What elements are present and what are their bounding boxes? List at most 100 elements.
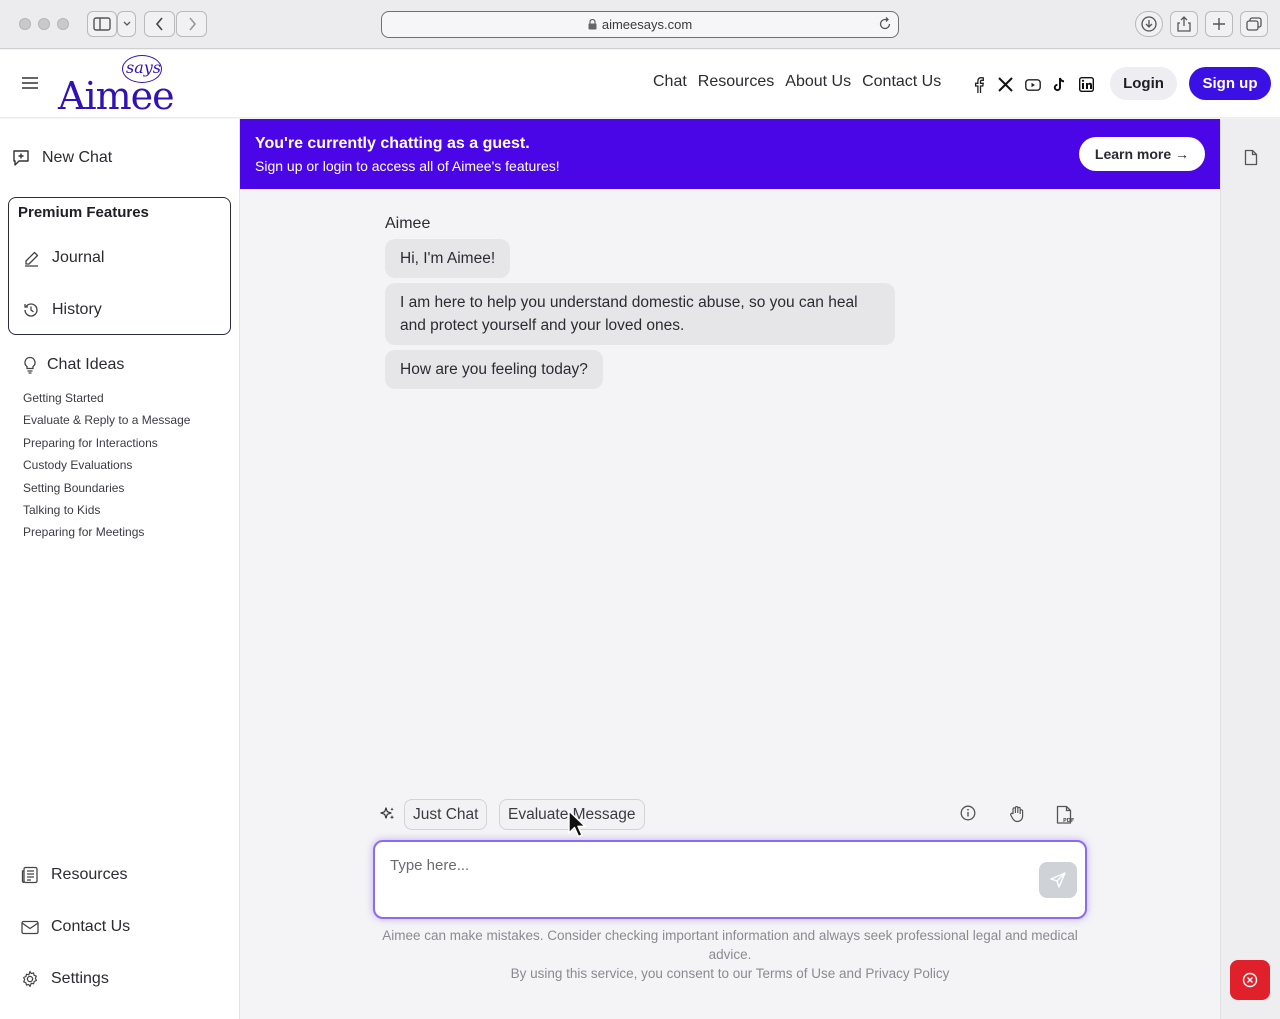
- premium-features-panel: Premium Features Journal History: [8, 197, 231, 335]
- guest-banner-title: You're currently chatting as a guest.: [255, 135, 530, 152]
- chat-idea-item[interactable]: Preparing for Interactions: [23, 436, 190, 458]
- browser-chrome: aimeesays.com: [0, 0, 1280, 49]
- download-icon: [1141, 16, 1157, 32]
- sidebar-item-history[interactable]: History: [21, 300, 102, 320]
- back-button[interactable]: [144, 11, 175, 37]
- pdf-icon[interactable]: PDF: [1056, 805, 1074, 825]
- learn-more-button[interactable]: Learn more →: [1079, 137, 1205, 171]
- url-text: aimeesays.com: [601, 17, 693, 32]
- facebook-icon[interactable]: [970, 76, 987, 93]
- assistant-message: How are you feeling today?: [385, 350, 603, 389]
- tabs-icon: [1246, 17, 1262, 31]
- consent-and: and: [839, 966, 862, 981]
- message-composer: [373, 840, 1087, 919]
- logo[interactable]: says Aimee: [58, 54, 175, 118]
- mouse-cursor: [568, 810, 588, 838]
- assistant-message: Hi, I'm Aimee!: [385, 239, 511, 278]
- sidebar-item-settings-label: Settings: [51, 970, 109, 987]
- send-button[interactable]: [1039, 862, 1077, 898]
- reload-icon: [879, 17, 891, 30]
- tiktok-icon[interactable]: [1051, 76, 1068, 93]
- document-icon[interactable]: [1244, 149, 1258, 166]
- chevron-left-icon: [155, 17, 163, 31]
- new-chat-button[interactable]: New Chat: [11, 148, 112, 168]
- close-circle-icon: [1242, 972, 1258, 988]
- consent-prefix: By using this service, you consent to ou…: [510, 966, 753, 981]
- sidebar-item-contact[interactable]: Contact Us: [20, 917, 130, 937]
- consent-line: By using this service, you consent to ou…: [380, 964, 1080, 983]
- mail-icon: [20, 917, 40, 937]
- chat-ideas-label: Chat Ideas: [47, 356, 125, 373]
- chevron-right-icon: [188, 17, 196, 31]
- sidebar-item-resources-label: Resources: [51, 866, 128, 883]
- guest-banner: You're currently chatting as a guest. Si…: [240, 119, 1220, 189]
- forward-button[interactable]: [176, 11, 207, 37]
- chat-thread: Aimee Hi, I'm Aimee! I am here to help y…: [385, 215, 905, 394]
- sidebar-item-journal[interactable]: Journal: [21, 248, 104, 268]
- x-icon[interactable]: [997, 76, 1014, 93]
- youtube-icon[interactable]: [1024, 76, 1041, 93]
- chevron-down-icon: [123, 21, 130, 26]
- share-button[interactable]: [1170, 11, 1198, 37]
- gear-icon: [20, 969, 40, 989]
- chat-idea-item[interactable]: Talking to Kids: [23, 503, 190, 525]
- logo-aimee: Aimee: [58, 74, 175, 118]
- window-close-button[interactable]: [19, 18, 31, 30]
- disclaimer: Aimee can make mistakes. Consider checki…: [380, 926, 1080, 983]
- sidebar-item-history-label: History: [52, 301, 102, 318]
- sidebar-item-resources[interactable]: Resources: [20, 865, 127, 885]
- menu-button[interactable]: [22, 77, 38, 89]
- linkedin-icon[interactable]: [1078, 76, 1095, 93]
- chat-idea-item[interactable]: Evaluate & Reply to a Message: [23, 413, 190, 435]
- site-header: says Aimee Chat Resources About Us Conta…: [0, 50, 1280, 118]
- hand-icon[interactable]: [1008, 805, 1026, 823]
- login-button[interactable]: Login: [1110, 67, 1177, 100]
- sidebar-toggle-button[interactable]: [87, 11, 117, 37]
- sidebar: New Chat Premium Features Journal Histor…: [0, 119, 240, 1019]
- nav-chat[interactable]: Chat: [653, 73, 687, 91]
- signup-button[interactable]: Sign up: [1189, 67, 1271, 100]
- top-nav: Chat Resources About Us Contact Us: [653, 73, 952, 91]
- assistant-message: I am here to help you understand domesti…: [385, 283, 895, 345]
- tab-menu-button[interactable]: [117, 11, 136, 37]
- close-fab-button[interactable]: [1230, 960, 1270, 1000]
- chat-ideas-heading: Chat Ideas: [22, 355, 124, 375]
- sidebar-item-journal-label: Journal: [52, 249, 105, 266]
- lightbulb-icon: [22, 355, 38, 375]
- mode-just-chat-button[interactable]: Just Chat: [404, 799, 488, 830]
- chat-idea-item[interactable]: Preparing for Meetings: [23, 525, 190, 547]
- right-rail: [1220, 119, 1280, 1019]
- pencil-icon: [21, 248, 41, 268]
- lock-icon: [588, 19, 597, 30]
- nav-resources[interactable]: Resources: [698, 73, 774, 91]
- nav-contact-us[interactable]: Contact Us: [862, 73, 941, 91]
- info-icon[interactable]: [960, 805, 976, 821]
- send-icon: [1050, 872, 1066, 888]
- disclaimer-text: Aimee can make mistakes. Consider checki…: [382, 928, 1078, 962]
- chat-ideas-list: Getting Started Evaluate & Reply to a Me…: [23, 391, 190, 548]
- newspaper-icon: [20, 865, 40, 885]
- sidebar-icon: [93, 17, 111, 31]
- message-sender: Aimee: [385, 215, 431, 232]
- composer-toolbar: Just Chat Evaluate Message PDF: [380, 799, 1080, 831]
- sidebar-item-settings[interactable]: Settings: [20, 969, 109, 989]
- plus-icon: [1213, 18, 1225, 30]
- address-bar[interactable]: aimeesays.com: [381, 11, 899, 38]
- tab-overview-button[interactable]: [1240, 11, 1268, 37]
- new-chat-icon: [11, 148, 31, 168]
- chat-idea-item[interactable]: Setting Boundaries: [23, 481, 190, 503]
- premium-features-title: Premium Features: [18, 204, 149, 221]
- chat-idea-item[interactable]: Getting Started: [23, 391, 190, 413]
- privacy-policy-link[interactable]: Privacy Policy: [865, 966, 949, 981]
- svg-text:PDF: PDF: [1063, 818, 1074, 824]
- hamburger-icon: [22, 77, 38, 89]
- nav-about-us[interactable]: About Us: [785, 73, 851, 91]
- message-input[interactable]: [390, 857, 1030, 897]
- window-minimize-button[interactable]: [38, 18, 50, 30]
- terms-of-use-link[interactable]: Terms of Use: [756, 966, 836, 981]
- chat-idea-item[interactable]: Custody Evaluations: [23, 458, 190, 480]
- window-zoom-button[interactable]: [57, 18, 69, 30]
- new-tab-button[interactable]: [1205, 11, 1233, 37]
- downloads-button[interactable]: [1135, 11, 1163, 37]
- sparkle-icon: [380, 806, 396, 822]
